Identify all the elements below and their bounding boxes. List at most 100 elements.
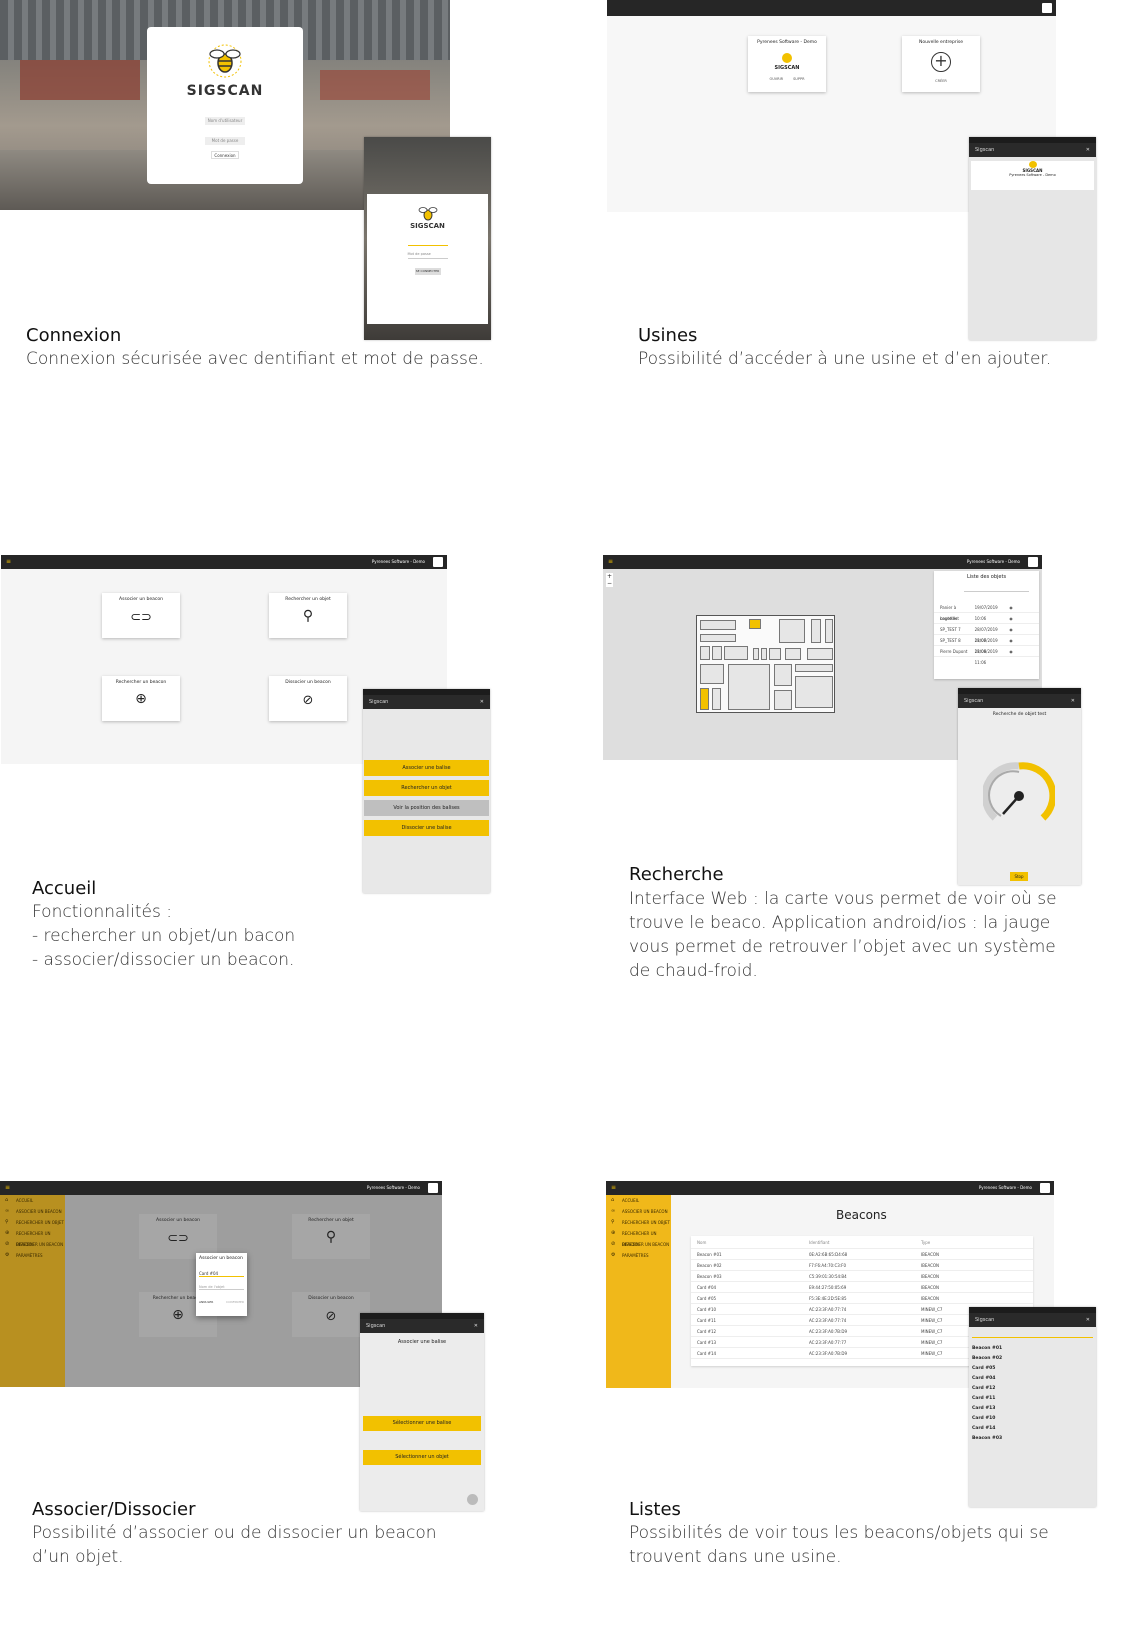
eye-icon[interactable]: ◉: [1009, 613, 1013, 623]
list-item[interactable]: SP_TEST 8 28/07/2019 11:06 ◉: [934, 635, 1039, 654]
recherche-mobile-screenshot: Sigscan ✕ Recherche de objet test Stop: [958, 688, 1081, 885]
list-item[interactable]: Card #04: [969, 1374, 1096, 1384]
eye-icon[interactable]: ◉: [1009, 635, 1013, 645]
menu-icon[interactable]: ≡: [608, 558, 613, 565]
menu-item-settings[interactable]: ⚙ PARAMÈTRES: [606, 1250, 671, 1261]
mobile-search-input[interactable]: [972, 1329, 1093, 1338]
tile-search-object[interactable]: Rechercher un objet ⚲: [292, 1214, 370, 1259]
stop-button[interactable]: Stop: [1010, 872, 1028, 881]
home-icon: ⌂: [5, 1197, 9, 1203]
list-item[interactable]: Card #13: [969, 1404, 1096, 1414]
password-input[interactable]: Mot de passe: [205, 137, 245, 145]
table-row[interactable]: Beacon #03 C5:39:01:30:54:B4 IBEACON: [691, 1271, 1033, 1282]
fab-button[interactable]: [467, 1494, 478, 1505]
username-input[interactable]: Nom d'utilisateur: [205, 117, 245, 125]
login-button[interactable]: Connexion: [211, 151, 239, 159]
table-row[interactable]: Beacon #02 F7:F6:A4:70:C3:F0 IBEACON: [691, 1260, 1033, 1271]
recherche-description: Interface Web : la carte vous permet de …: [629, 889, 1057, 981]
menu-item-associate[interactable]: ∞ ASSOCIER UN BEACON: [0, 1206, 65, 1217]
menu-item-settings[interactable]: ⚙ PARAMÈTRES: [0, 1250, 65, 1261]
add-circle-icon[interactable]: +: [931, 52, 951, 72]
menu-item-associate[interactable]: ∞ ASSOCIER UN BEACON: [606, 1206, 671, 1217]
menu-item-dissociate[interactable]: ⊘ DISSOCIER UN BEACON: [0, 1239, 65, 1250]
tile-search-beacon[interactable]: Rechercher un beacon ⊕: [102, 676, 180, 721]
tile-dissociate-beacon[interactable]: Dissocier un beacon ⊘: [292, 1292, 370, 1337]
table-row[interactable]: Beacon #01 0E:A2:6B:65:D4:68 IBEACON: [691, 1249, 1033, 1260]
proximity-gauge: [981, 760, 1057, 832]
mobile-factory-card[interactable]: SIGSCAN Pyrenees Software - Demo: [971, 161, 1094, 190]
open-factory-button[interactable]: OUVRIR: [769, 77, 783, 81]
mobile-username-field[interactable]: [407, 240, 448, 246]
view-tags-position-button[interactable]: Voir la position des balises: [364, 800, 489, 816]
column-header-name[interactable]: Nom: [697, 1236, 809, 1248]
bee-logo-icon: [1040, 1183, 1050, 1193]
link-icon: ⊂⊃: [167, 1231, 189, 1246]
list-item[interactable]: SP_TEST 7 28/07/2019 11:06 ◉: [934, 624, 1039, 643]
select-tag-button[interactable]: Sélectionner une balise: [363, 1416, 481, 1431]
zoom-out-button[interactable]: −: [606, 580, 613, 587]
list-item[interactable]: Card #05: [969, 1364, 1096, 1374]
link-icon: ∞: [611, 1208, 616, 1214]
list-item[interactable]: Beacon #03: [969, 1434, 1096, 1444]
objects-list-title: Liste des objets: [966, 574, 1007, 580]
factory-card-brand: SIGSCAN: [774, 65, 800, 71]
app-header-title: Sigscan: [366, 1323, 386, 1329]
eye-icon[interactable]: ◉: [1009, 624, 1013, 634]
mobile-password-field[interactable]: Mot de passe: [407, 252, 448, 259]
beacon-select[interactable]: Card #04: [199, 1271, 244, 1277]
bee-logo-icon: [428, 1183, 438, 1193]
search-icon: ⚲: [5, 1219, 9, 1225]
bee-logo-icon: [782, 53, 792, 63]
select-object-button[interactable]: Sélectionner un objet: [363, 1450, 481, 1465]
menu-item-search-object[interactable]: ⚲ RECHERCHER UN OBJET: [606, 1217, 671, 1228]
close-icon[interactable]: ✕: [1071, 694, 1075, 708]
factory-map[interactable]: [696, 615, 835, 713]
close-icon[interactable]: ✕: [1086, 1313, 1090, 1327]
tile-associate-beacon[interactable]: Associer un beacon ⊂⊃: [102, 593, 180, 638]
close-icon[interactable]: ✕: [480, 695, 484, 709]
menu-item-dissociate[interactable]: ⊘ DISSOCIER UN BEACON: [606, 1239, 671, 1250]
list-item[interactable]: Card #12: [969, 1384, 1096, 1394]
menu-item-search-beacon[interactable]: ⊕ RECHERCHER UN BEACON: [606, 1228, 671, 1247]
tile-label: Rechercher un beacon: [115, 680, 167, 685]
delete-factory-button[interactable]: SUPPR: [793, 77, 804, 81]
list-item[interactable]: Panier à bouteille 19/07/2019 10:06 ◉: [934, 602, 1039, 621]
close-icon[interactable]: ✕: [1086, 143, 1090, 157]
table-row[interactable]: Card #05 F5:3E:4E:2D:5E:85 IBEACON: [691, 1293, 1033, 1304]
list-item[interactable]: Card #10: [969, 1414, 1096, 1424]
menu-icon[interactable]: ≡: [6, 558, 11, 565]
eye-icon[interactable]: ◉: [1009, 646, 1013, 656]
dialog-confirm-button[interactable]: CONFIRMER: [226, 1300, 244, 1304]
objects-search-input[interactable]: [964, 584, 1029, 592]
dissociate-tag-button[interactable]: Dissocier une balise: [364, 820, 489, 836]
menu-item-home[interactable]: ⌂ ACCUEIL: [0, 1195, 65, 1206]
list-item[interactable]: cagettest ◉: [934, 613, 1039, 624]
bee-logo-icon: [433, 557, 443, 567]
menu-icon[interactable]: ≡: [5, 1184, 10, 1191]
list-item[interactable]: Card #14: [969, 1424, 1096, 1434]
create-company-button[interactable]: CRÉER: [902, 79, 980, 83]
menu-icon[interactable]: ≡: [611, 1184, 616, 1191]
table-row[interactable]: Card #04 E9:44:27:50:05:69 IBEACON: [691, 1282, 1033, 1293]
list-item[interactable]: Card #11: [969, 1394, 1096, 1404]
search-object-button[interactable]: Rechercher un objet: [364, 780, 489, 796]
column-header-id[interactable]: Identifiant: [809, 1236, 921, 1248]
object-name-input[interactable]: Nom de l'objet: [199, 1285, 244, 1290]
list-item[interactable]: Pierre Dupont 28/08/2019 11:06 ◉: [934, 646, 1039, 665]
list-item[interactable]: Beacon #02: [969, 1354, 1096, 1364]
crosshair-icon: ⊕: [611, 1230, 616, 1236]
list-item[interactable]: Beacon #01: [969, 1344, 1096, 1354]
dialog-cancel-button[interactable]: ANNULER: [199, 1300, 213, 1304]
associate-tag-button[interactable]: Associer une balise: [364, 760, 489, 776]
column-header-type[interactable]: Type: [921, 1236, 1033, 1248]
tile-dissociate-beacon[interactable]: Dissocier un beacon ⊘: [269, 676, 347, 721]
menu-item-search-beacon[interactable]: ⊕ RECHERCHER UN BEACON: [0, 1228, 65, 1247]
eye-icon[interactable]: ◉: [1009, 602, 1013, 612]
menu-item-home[interactable]: ⌂ ACCUEIL: [606, 1195, 671, 1206]
mobile-login-button[interactable]: SE CONNECTER: [414, 268, 441, 275]
zoom-in-button[interactable]: +: [606, 573, 613, 580]
close-icon[interactable]: ✕: [474, 1319, 478, 1333]
link-icon: ∞: [5, 1208, 10, 1214]
tile-search-object[interactable]: Rechercher un objet ⚲: [269, 593, 347, 638]
menu-item-search-object[interactable]: ⚲ RECHERCHER UN OBJET: [0, 1217, 65, 1228]
